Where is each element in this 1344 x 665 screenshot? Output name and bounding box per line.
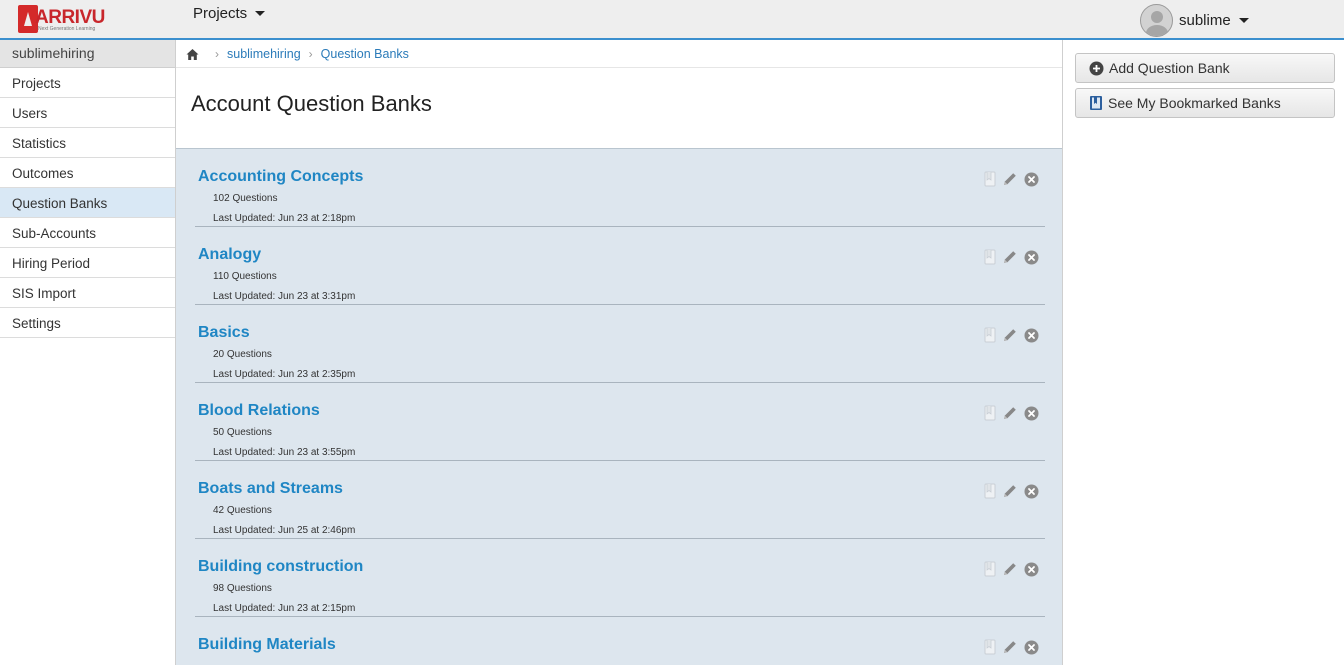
bank-actions	[984, 171, 1045, 187]
question-bank-row: Analogy 110 Questions Last Updated: Jun …	[195, 227, 1045, 305]
chevron-right-icon: ›	[308, 47, 313, 61]
bank-question-count: 50 Questions	[213, 427, 272, 438]
bank-actions	[984, 483, 1045, 499]
right-action-panel: Add Question Bank See My Bookmarked Bank…	[1063, 40, 1344, 665]
bank-question-count: 102 Questions	[213, 193, 278, 204]
edit-pencil-icon[interactable]	[1002, 171, 1018, 187]
user-name: sublime	[1179, 12, 1231, 29]
bank-title-link[interactable]: Building Materials	[198, 636, 336, 654]
main-content: › sublimehiring › Question Banks Account…	[176, 40, 1063, 665]
bank-actions	[984, 249, 1045, 265]
bank-last-updated: Last Updated: Jun 23 at 2:18pm	[213, 213, 356, 224]
bank-title-link[interactable]: Blood Relations	[198, 402, 320, 420]
bank-title-link[interactable]: Basics	[198, 324, 250, 342]
question-bank-list: Accounting Concepts 102 Questions Last U…	[176, 148, 1062, 665]
sidebar-item-users[interactable]: Users	[0, 98, 175, 128]
bank-question-count: 98 Questions	[213, 583, 272, 594]
delete-icon[interactable]	[1024, 250, 1039, 265]
sidebar-account-name: sublimehiring	[0, 40, 175, 68]
bank-last-updated: Last Updated: Jun 23 at 2:15pm	[213, 603, 356, 614]
projects-menu[interactable]: Projects	[193, 5, 266, 22]
bank-last-updated: Last Updated: Jun 23 at 2:35pm	[213, 369, 356, 380]
bank-question-count: 110 Questions	[213, 271, 277, 282]
see-bookmarked-banks-button[interactable]: See My Bookmarked Banks	[1075, 88, 1335, 118]
delete-icon[interactable]	[1024, 172, 1039, 187]
sidebar-item-sub-accounts[interactable]: Sub-Accounts	[0, 218, 175, 248]
bookmark-icon[interactable]	[984, 249, 996, 265]
bank-question-count: 42 Questions	[213, 505, 272, 516]
question-bank-row: Boats and Streams 42 Questions Last Upda…	[195, 461, 1045, 539]
bank-actions	[984, 561, 1045, 577]
chevron-down-icon	[1238, 18, 1249, 23]
bookmark-icon[interactable]	[984, 561, 996, 577]
question-bank-row: Building construction 98 Questions Last …	[195, 539, 1045, 617]
bank-actions	[984, 405, 1045, 421]
sidebar-item-question-banks[interactable]: Question Banks	[0, 188, 175, 218]
see-bookmarked-banks-label: See My Bookmarked Banks	[1108, 95, 1281, 111]
chevron-down-icon	[255, 11, 266, 16]
question-bank-row: Basics 20 Questions Last Updated: Jun 23…	[195, 305, 1045, 383]
question-bank-row: Blood Relations 50 Questions Last Update…	[195, 383, 1045, 461]
page-title: Account Question Banks	[191, 91, 432, 116]
bank-title-link[interactable]: Boats and Streams	[198, 480, 343, 498]
bank-question-count: 20 Questions	[213, 349, 272, 360]
edit-pencil-icon[interactable]	[1002, 405, 1018, 421]
question-bank-row: Accounting Concepts 102 Questions Last U…	[195, 149, 1045, 227]
delete-icon[interactable]	[1024, 484, 1039, 499]
bank-title-link[interactable]: Analogy	[198, 246, 261, 264]
plus-circle-icon	[1089, 61, 1104, 76]
bank-last-updated: Last Updated: Jun 23 at 3:55pm	[213, 447, 356, 458]
bank-title-link[interactable]: Accounting Concepts	[198, 168, 363, 186]
avatar	[1140, 4, 1173, 37]
sidebar-item-settings[interactable]: Settings	[0, 308, 175, 338]
sidebar-item-hiring-period[interactable]: Hiring Period	[0, 248, 175, 278]
sidebar-item-outcomes[interactable]: Outcomes	[0, 158, 175, 188]
bookmark-icon[interactable]	[984, 483, 996, 499]
breadcrumb-divider	[176, 67, 1062, 68]
delete-icon[interactable]	[1024, 328, 1039, 343]
edit-pencil-icon[interactable]	[1002, 639, 1018, 655]
edit-pencil-icon[interactable]	[1002, 249, 1018, 265]
sidebar-item-projects[interactable]: Projects	[0, 68, 175, 98]
breadcrumb-question-banks[interactable]: Question Banks	[321, 47, 409, 61]
bank-last-updated: Last Updated: Jun 23 at 3:31pm	[213, 291, 356, 302]
bank-actions	[984, 639, 1045, 655]
add-question-bank-button[interactable]: Add Question Bank	[1075, 53, 1335, 83]
bank-actions	[984, 327, 1045, 343]
home-icon[interactable]	[186, 48, 199, 61]
breadcrumb: › sublimehiring › Question Banks	[186, 47, 409, 61]
delete-icon[interactable]	[1024, 406, 1039, 421]
bookmark-icon[interactable]	[984, 405, 996, 421]
edit-pencil-icon[interactable]	[1002, 483, 1018, 499]
chevron-right-icon: ›	[215, 47, 219, 61]
arrivu-logo[interactable]: ARRIVU Next Generation Learning	[18, 5, 105, 35]
account-sidebar: sublimehiring Projects Users Statistics …	[0, 40, 176, 665]
edit-pencil-icon[interactable]	[1002, 561, 1018, 577]
sidebar-item-sis-import[interactable]: SIS Import	[0, 278, 175, 308]
logo-tagline: Next Generation Learning	[38, 26, 96, 32]
question-bank-row: Building Materials	[195, 617, 1045, 665]
user-menu[interactable]: sublime	[1140, 4, 1249, 37]
projects-menu-label: Projects	[193, 5, 248, 22]
add-question-bank-label: Add Question Bank	[1109, 60, 1230, 76]
bookmark-book-icon	[1089, 95, 1103, 111]
breadcrumb-account[interactable]: sublimehiring	[227, 47, 301, 61]
delete-icon[interactable]	[1024, 640, 1039, 655]
bookmark-icon[interactable]	[984, 639, 996, 655]
bookmark-icon[interactable]	[984, 327, 996, 343]
delete-icon[interactable]	[1024, 562, 1039, 577]
sidebar-item-statistics[interactable]: Statistics	[0, 128, 175, 158]
top-header: ARRIVU Next Generation Learning Projects…	[0, 0, 1344, 40]
bank-last-updated: Last Updated: Jun 25 at 2:46pm	[213, 525, 356, 536]
bookmark-icon[interactable]	[984, 171, 996, 187]
edit-pencil-icon[interactable]	[1002, 327, 1018, 343]
bank-title-link[interactable]: Building construction	[198, 558, 363, 576]
